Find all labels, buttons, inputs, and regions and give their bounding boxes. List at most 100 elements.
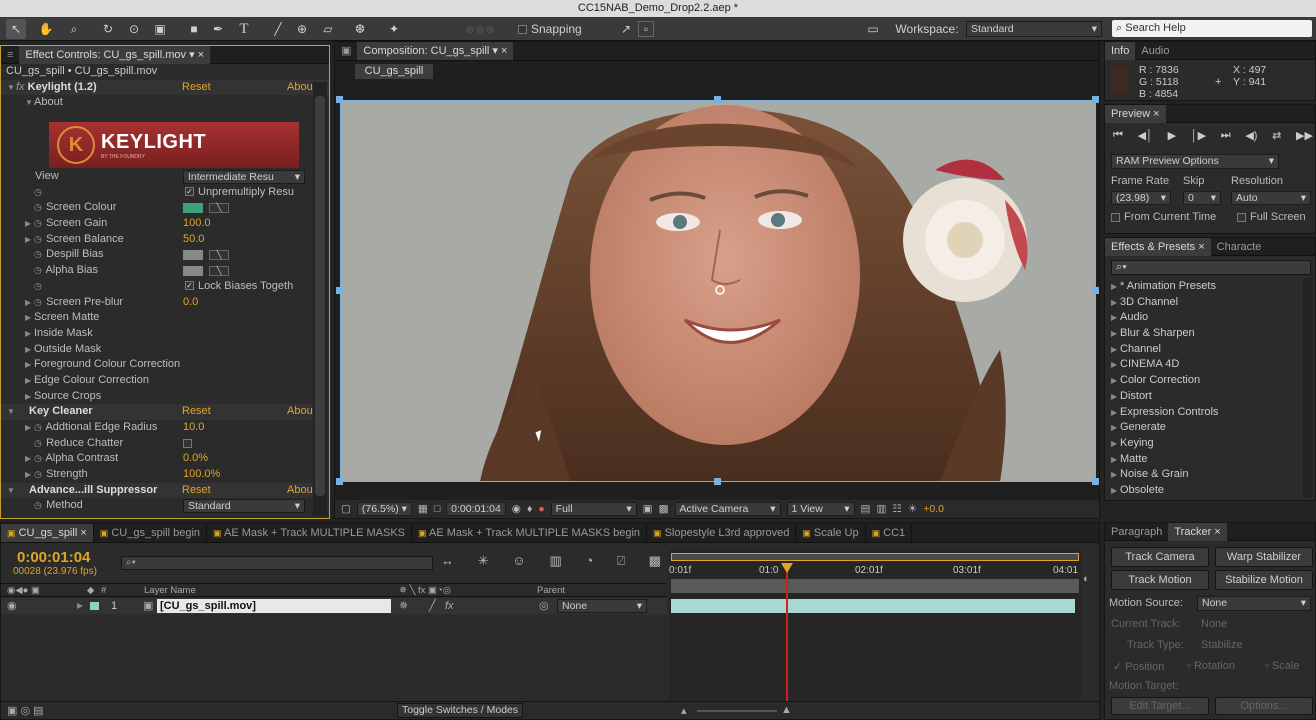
toggle-switches-modes-button[interactable]: Toggle Switches / Modes	[397, 703, 524, 718]
eyedropper-icon[interactable]: ╲	[209, 203, 229, 214]
effects-category-item[interactable]: ▶ Matte	[1111, 452, 1301, 468]
hand-tool-icon[interactable]: ✋	[36, 19, 56, 39]
parent-header[interactable]: Parent	[537, 584, 565, 597]
timeline-search-input[interactable]: ⌕▾	[121, 556, 433, 570]
effects-scrollbar[interactable]	[1303, 278, 1313, 498]
stopwatch-icon[interactable]: ◷	[34, 279, 43, 295]
key-cleaner-param-row[interactable]: ▶ ◷ Alpha Contrast 0.0%	[1, 451, 313, 467]
param-checkbox-option[interactable]: ✓ Unpremultiply Resu	[185, 185, 294, 201]
keylight-param-row[interactable]: ▶ Outside Mask	[1, 342, 313, 358]
layer-expand-icon[interactable]: ▶	[77, 598, 83, 614]
shy-layers-icon[interactable]: ☺	[512, 553, 525, 569]
stopwatch-icon[interactable]: ◷	[34, 436, 43, 452]
keylight-reset-link[interactable]: Reset	[182, 80, 211, 96]
brush-tool-icon[interactable]: ╱	[268, 19, 288, 39]
param-value[interactable]: 100.0	[183, 216, 211, 232]
current-time-display[interactable]: 0:00:01:04	[446, 502, 506, 516]
stopwatch-icon[interactable]: ◷	[34, 451, 43, 467]
track-motion-button[interactable]: Track Motion	[1111, 570, 1209, 590]
view-dropdown[interactable]: Intermediate Resu ▾	[183, 170, 305, 184]
grid-icon[interactable]: ▦	[418, 503, 428, 515]
effects-category-item[interactable]: ▶ 3D Channel	[1111, 295, 1301, 311]
screen-colour-swatch[interactable]	[183, 203, 203, 214]
previous-frame-icon[interactable]: ◀│	[1138, 129, 1153, 142]
composition-subtab[interactable]: CU_gs_spill	[355, 64, 433, 79]
effects-category-item[interactable]: ▶ Blur & Sharpen	[1111, 326, 1301, 342]
region-of-interest-icon[interactable]: □	[434, 503, 440, 515]
always-preview-icon[interactable]: ▢	[341, 503, 351, 515]
camera-dropdown[interactable]: Active Camera ▾	[674, 502, 781, 516]
handle-top-center[interactable]	[714, 96, 721, 103]
color-channels-icon[interactable]: ●	[538, 503, 544, 515]
key-cleaner-header[interactable]: ▼ Key Cleaner Reset Abou	[1, 404, 313, 420]
fast-previews-icon[interactable]: ▣	[643, 503, 653, 515]
frame-blending-icon[interactable]: ▥	[549, 553, 561, 569]
layer-row[interactable]: ◉ ▶ 1 ▣ [CU_gs_spill.mov] ✵ ╱ fx ◎ None ▾	[1, 598, 667, 614]
layer-name-header[interactable]: Layer Name	[144, 584, 196, 597]
parent-dropdown[interactable]: None ▾	[557, 599, 647, 613]
comp-mini-flowchart-icon[interactable]: ↔	[441, 553, 454, 569]
param-value[interactable]: 50.0	[183, 232, 204, 248]
options-button[interactable]: Options...	[1215, 697, 1313, 715]
draft-3d-icon[interactable]: ✳	[478, 553, 489, 569]
param-checkbox[interactable]: ✓	[185, 187, 194, 197]
handle-mid-right[interactable]	[1092, 287, 1099, 294]
effects-category-item[interactable]: ▶ Audio	[1111, 310, 1301, 326]
eyedropper-icon[interactable]: ╲	[209, 266, 229, 277]
expand-layer-switches-icon[interactable]: ▣ ◎ ▤	[7, 704, 44, 717]
track-camera-button[interactable]: Track Camera	[1111, 547, 1209, 567]
zoom-in-icon[interactable]: ▲	[781, 704, 792, 716]
type-tool-icon[interactable]: T	[234, 19, 254, 39]
effects-category-item[interactable]: ▶ CINEMA 4D	[1111, 357, 1301, 373]
pick-whip-icon[interactable]: ◎	[539, 598, 549, 614]
magnification-dropdown[interactable]: (76.5%) ▾	[356, 502, 412, 516]
keylight-param-row[interactable]: ▶ Screen Matte	[1, 310, 313, 326]
key-cleaner-reset-link[interactable]: Reset	[182, 404, 211, 420]
layer-label-color[interactable]	[90, 602, 99, 610]
effect-controls-scrollbar[interactable]	[313, 82, 327, 516]
keylight-param-row[interactable]: ▶ ◷ Screen Gain 100.0	[1, 216, 313, 232]
method-dropdown[interactable]: Standard ▾	[183, 499, 305, 514]
eraser-tool-icon[interactable]: ▱	[318, 19, 338, 39]
keylight-param-row[interactable]: ▶ Foreground Colour Correction	[1, 357, 313, 373]
effects-category-item[interactable]: ▶ Obsolete	[1111, 483, 1301, 499]
layer-switch-fx-icon[interactable]: fx	[445, 598, 454, 614]
stabilize-motion-button[interactable]: Stabilize Motion	[1215, 570, 1313, 590]
transparency-grid-icon[interactable]: ▩	[659, 503, 669, 515]
next-frame-icon[interactable]: │▶	[1191, 129, 1206, 142]
comp-marker-bin-icon[interactable]: ◐	[1083, 573, 1090, 585]
roto-brush-tool-icon[interactable]: ❆	[350, 19, 370, 39]
video-visibility-icon[interactable]: ◉	[7, 598, 17, 614]
reduce-chatter-checkbox[interactable]	[183, 438, 192, 448]
search-help-input[interactable]: ⌕ Search Help	[1112, 20, 1312, 37]
skip-dropdown[interactable]: 0 ▾	[1183, 191, 1221, 205]
time-ruler[interactable]: 0:01f 01:0 02:01f 03:01f 04:01	[669, 563, 1081, 579]
last-frame-icon[interactable]: ⏭	[1221, 129, 1231, 142]
tab-paragraph[interactable]: Paragraph	[1105, 523, 1168, 541]
tab-character[interactable]: Characte	[1211, 238, 1268, 256]
snap-option-icon[interactable]: ↗	[618, 19, 634, 39]
show-snapshot-icon[interactable]: ♦	[527, 503, 532, 515]
advanced-about-link[interactable]: Abou	[287, 483, 313, 499]
handle-top-left[interactable]	[336, 96, 343, 103]
snapping-toggle[interactable]: Snapping	[518, 19, 618, 39]
keylight-param-row[interactable]: ▶ Source Crops	[1, 389, 313, 405]
workspace-dropdown[interactable]: Standard ▾	[966, 21, 1102, 37]
pan-behind-tool-icon[interactable]: ▣	[150, 19, 170, 39]
timeline-tab[interactable]: ▣ CC1	[866, 523, 913, 542]
tab-effects-presets[interactable]: Effects & Presets ×	[1105, 237, 1211, 256]
timeline-zoom-slider[interactable]	[697, 710, 777, 712]
puppet-pin-tool-icon[interactable]: ✦	[384, 19, 404, 39]
effects-category-item[interactable]: ▶ Color Correction	[1111, 373, 1301, 389]
panel-menu-icon[interactable]: ≡	[1, 46, 19, 64]
stopwatch-icon[interactable]: ◷	[34, 185, 43, 201]
handle-top-right[interactable]	[1092, 96, 1099, 103]
selection-tool-icon[interactable]: ↖	[6, 19, 26, 39]
key-cleaner-param-row[interactable]: ▶ ◷ Addtional Edge Radius 10.0	[1, 420, 313, 436]
keylight-param-row[interactable]: ◷ ✓ Unpremultiply Resu	[1, 185, 313, 201]
layer-switch-collapse-icon[interactable]: ✵	[399, 598, 408, 614]
resolution-dropdown[interactable]: Full ▾	[550, 502, 637, 516]
tab-preview[interactable]: Preview ×	[1105, 104, 1166, 123]
motion-blur-icon[interactable]: ◔	[585, 553, 593, 569]
stopwatch-icon[interactable]: ◷	[34, 295, 43, 311]
